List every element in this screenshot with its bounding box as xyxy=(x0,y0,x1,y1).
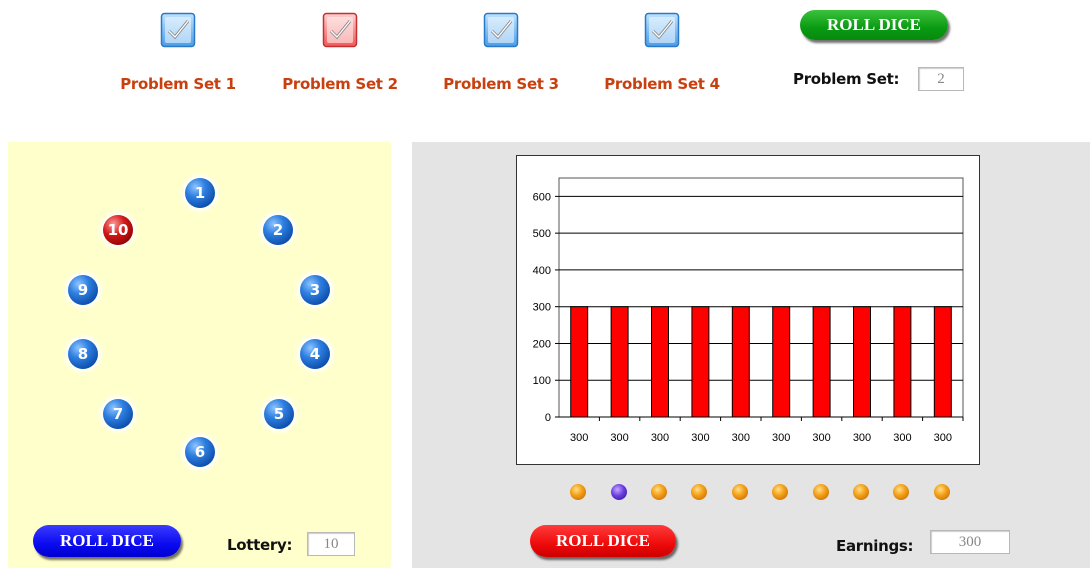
x-tick-label: 300 xyxy=(772,432,790,444)
lottery-ball-4[interactable]: 4 xyxy=(300,339,330,369)
lottery-ball-7[interactable]: 7 xyxy=(103,399,133,429)
bar xyxy=(853,306,871,418)
outcome-dot-3 xyxy=(651,484,667,500)
outcome-dot-6 xyxy=(772,484,789,500)
earnings-panel: 0 100 200 300 400 500 600 300 300 300 300 300 300 300… xyxy=(412,142,1090,568)
earnings-chart: 0 100 200 300 400 500 600 300 300 300 300 300 300 300… xyxy=(516,155,980,465)
problem-set-label: Problem Set 2 xyxy=(282,75,398,93)
bar xyxy=(893,306,912,418)
x-tick-label: 300 xyxy=(812,432,830,444)
problem-set-field[interactable]: 2 xyxy=(918,67,964,91)
bar xyxy=(812,306,831,418)
lottery-roll-dice-button[interactable]: ROLL DICE xyxy=(33,525,181,557)
outcome-dot-4 xyxy=(691,484,708,500)
lottery-ball-10[interactable]: 10 xyxy=(103,215,133,245)
bar-chart: 0 100 200 300 400 500 600 300 300 300 300 300 300 300… xyxy=(533,177,964,444)
bar xyxy=(772,306,791,418)
y-tick-label: 300 xyxy=(533,302,551,314)
lottery-field[interactable]: 10 xyxy=(307,532,355,556)
y-tick-label: 100 xyxy=(533,375,551,387)
y-tick-label: 500 xyxy=(533,228,551,240)
earnings-roll-dice-button[interactable]: ROLL DICE xyxy=(530,525,676,557)
problem-set-3[interactable]: Problem Set 3 xyxy=(431,12,571,93)
lottery-ball-6[interactable]: 6 xyxy=(185,437,215,467)
check-icon[interactable] xyxy=(160,12,196,48)
bar xyxy=(651,306,669,418)
outcome-dot-7 xyxy=(812,484,829,500)
y-tick-label: 600 xyxy=(533,191,551,203)
lottery-ball-2[interactable]: 2 xyxy=(263,215,293,245)
problem-set-label: Problem Set 3 xyxy=(443,75,559,93)
problem-set-4[interactable]: Problem Set 4 xyxy=(592,12,732,93)
problem-set-field-label: Problem Set: xyxy=(793,70,900,88)
x-tick-label: 300 xyxy=(610,432,628,444)
bar xyxy=(570,306,589,418)
y-tick-label: 0 xyxy=(545,412,551,424)
check-icon[interactable] xyxy=(322,12,358,48)
outcome-dot-10 xyxy=(933,484,950,500)
y-tick-label: 200 xyxy=(533,338,551,350)
outcome-dot-2 xyxy=(610,484,627,500)
lottery-panel: 1 2 3 4 5 6 7 8 9 10 ROLL DICE Lottery: … xyxy=(8,142,391,568)
outcome-dot-5 xyxy=(731,484,748,500)
bar xyxy=(691,306,710,418)
problem-set-label: Problem Set 1 xyxy=(120,75,236,93)
check-icon[interactable] xyxy=(483,12,519,48)
check-icon[interactable] xyxy=(644,12,680,48)
lottery-ball-8[interactable]: 8 xyxy=(68,339,98,369)
x-tick-label: 300 xyxy=(893,432,911,444)
lottery-field-label: Lottery: xyxy=(227,536,293,554)
x-tick-label: 300 xyxy=(691,432,709,444)
problem-set-2[interactable]: Problem Set 2 xyxy=(270,12,410,93)
lottery-ball-5[interactable]: 5 xyxy=(264,399,294,429)
outcome-dot-9 xyxy=(893,484,910,500)
y-tick-label: 400 xyxy=(533,265,551,277)
earnings-field-label: Earnings: xyxy=(836,537,914,555)
earnings-field[interactable]: 300 xyxy=(930,530,1010,554)
problem-set-1[interactable]: Problem Set 1 xyxy=(108,12,248,93)
outcome-dot-8 xyxy=(853,484,869,500)
bar xyxy=(731,306,750,418)
bar xyxy=(610,306,629,418)
x-tick-label: 300 xyxy=(570,432,588,444)
x-tick-label: 300 xyxy=(934,432,952,444)
lottery-ball-9[interactable]: 9 xyxy=(68,275,98,305)
x-tick-label: 300 xyxy=(732,432,750,444)
lottery-ball-1[interactable]: 1 xyxy=(185,178,215,208)
problem-set-label: Problem Set 4 xyxy=(604,75,720,93)
outcome-dot-1 xyxy=(570,484,587,500)
lottery-ball-3[interactable]: 3 xyxy=(300,275,330,305)
bar xyxy=(933,306,952,418)
x-tick-label: 300 xyxy=(853,432,871,444)
x-tick-label: 300 xyxy=(651,432,669,444)
top-roll-dice-button[interactable]: ROLL DICE xyxy=(800,10,948,40)
